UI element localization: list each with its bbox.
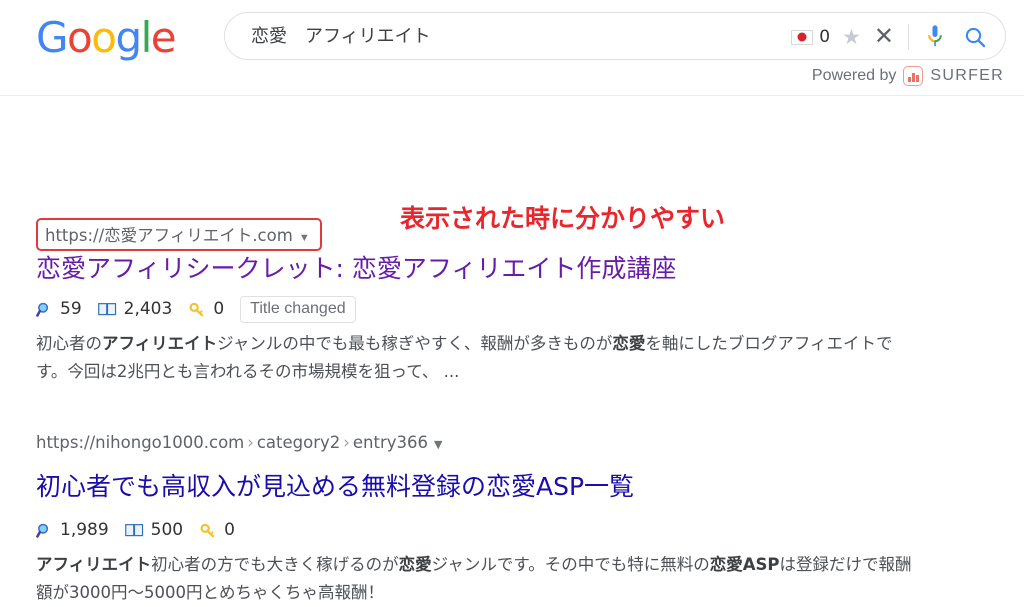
result-count-label: 0	[819, 27, 831, 47]
metric-value: 1,989	[60, 520, 109, 540]
magnifier-icon	[36, 523, 49, 538]
result-title-link[interactable]: 初心者でも高収入が見込める無料登録の恋愛ASP一覧	[36, 472, 634, 501]
chevron-down-icon[interactable]: ▼	[428, 438, 442, 451]
google-logo[interactable]: Google	[36, 13, 177, 62]
metric-value: 59	[60, 299, 82, 319]
surfer-bars-icon	[903, 66, 924, 86]
close-icon[interactable]: ✕	[874, 25, 894, 49]
chevron-down-icon[interactable]: ▼	[293, 232, 310, 244]
result-snippet: アフィリエイト初心者の方でも大きく稼げるのが恋愛ジャンルです。その中でも特に無料…	[36, 551, 916, 607]
status-badge: Title changed	[240, 295, 356, 323]
metric-value: 500	[150, 520, 184, 540]
powered-by-surfer: Powered by SURFER	[812, 66, 1004, 86]
powered-by-label: Powered by	[811, 67, 897, 84]
logo-letter: e	[150, 13, 177, 62]
snippet-text: アフィリエイト初心者の方でも大きく稼げるのが恋愛ジャンルです。その中でも特に無料…	[36, 555, 912, 602]
result-metrics-row: 59 2,403 0 Title changed	[36, 295, 356, 323]
result-title-link[interactable]: 恋愛アフィリシークレット: 恋愛アフィリエイト作成講座	[36, 254, 676, 283]
search-input[interactable]: 恋愛 アフィリエイト	[251, 13, 431, 61]
logo-letter: G	[36, 13, 69, 62]
metric-keywords: 0	[199, 520, 235, 540]
result-snippet: 初心者のアフィリエイトジャンルの中でも最も稼ぎやすく、報酬が多きものが恋愛を軸に…	[36, 330, 916, 386]
metric-words: 2,403	[97, 299, 173, 319]
logo-letter: l	[140, 13, 153, 62]
key-icon	[200, 523, 215, 537]
metric-searches: 1,989	[36, 520, 109, 540]
result-metrics-row: 1,989 500 0	[36, 519, 251, 541]
metric-searches: 59	[36, 299, 82, 319]
result-url-row[interactable]: https://nihongo1000.com › category2 › entry3…	[36, 433, 442, 452]
microphone-icon[interactable]	[925, 24, 945, 50]
metric-words: 500	[124, 520, 184, 540]
url-separator: ›	[247, 433, 254, 452]
logo-letter: o	[67, 13, 93, 62]
logo-letter: o	[91, 13, 117, 62]
url-separator: ›	[343, 433, 350, 452]
metric-value: 2,403	[123, 299, 173, 319]
metric-keywords: 0	[188, 299, 224, 319]
search-box[interactable]: 恋愛 アフィリエイト 0 ★ ✕	[224, 12, 1006, 60]
book-icon	[124, 523, 143, 536]
annotation-callout-text: 表示された時に分かりやすい	[400, 204, 726, 233]
star-icon[interactable]: ★	[842, 27, 861, 48]
result-url[interactable]: https://恋愛アフィリエイト.com	[45, 226, 293, 245]
result-item: https://nihongo1000.com › category2 › entry3…	[36, 433, 442, 452]
search-submit-icon[interactable]	[963, 25, 987, 49]
metric-value: 0	[213, 299, 225, 319]
url-crumb[interactable]: category2	[257, 433, 340, 452]
result-title-row: 初心者でも高収入が見込める無料登録の恋愛ASP一覧	[36, 472, 634, 502]
magnifier-icon	[36, 302, 49, 317]
url-crumb[interactable]: entry366	[353, 433, 428, 452]
toolbar-divider	[908, 24, 909, 50]
key-icon	[189, 302, 204, 316]
snippet-text: 初心者のアフィリエイトジャンルの中でも最も稼ぎやすく、報酬が多きものが恋愛を軸に…	[36, 334, 893, 381]
japan-flag-icon	[791, 29, 814, 45]
result-url[interactable]: https://nihongo1000.com	[36, 433, 244, 452]
logo-letter: g	[115, 13, 142, 62]
surfer-brand-label: SURFER	[930, 67, 1004, 84]
result-title-row: 恋愛アフィリシークレット: 恋愛アフィリエイト作成講座	[36, 254, 676, 284]
result-url-row: https://恋愛アフィリエイト.com ▼	[36, 218, 322, 251]
metric-value: 0	[224, 520, 235, 540]
search-header: Google 恋愛 アフィリエイト 0 ★ ✕ Powered by SURFE…	[0, 0, 1024, 96]
annotated-url-highlight[interactable]: https://恋愛アフィリエイト.com ▼	[36, 218, 322, 251]
book-icon	[97, 302, 116, 315]
search-box-tools: 0 ★ ✕	[791, 13, 987, 61]
result-item: https://恋愛アフィリエイト.com ▼	[36, 218, 322, 251]
